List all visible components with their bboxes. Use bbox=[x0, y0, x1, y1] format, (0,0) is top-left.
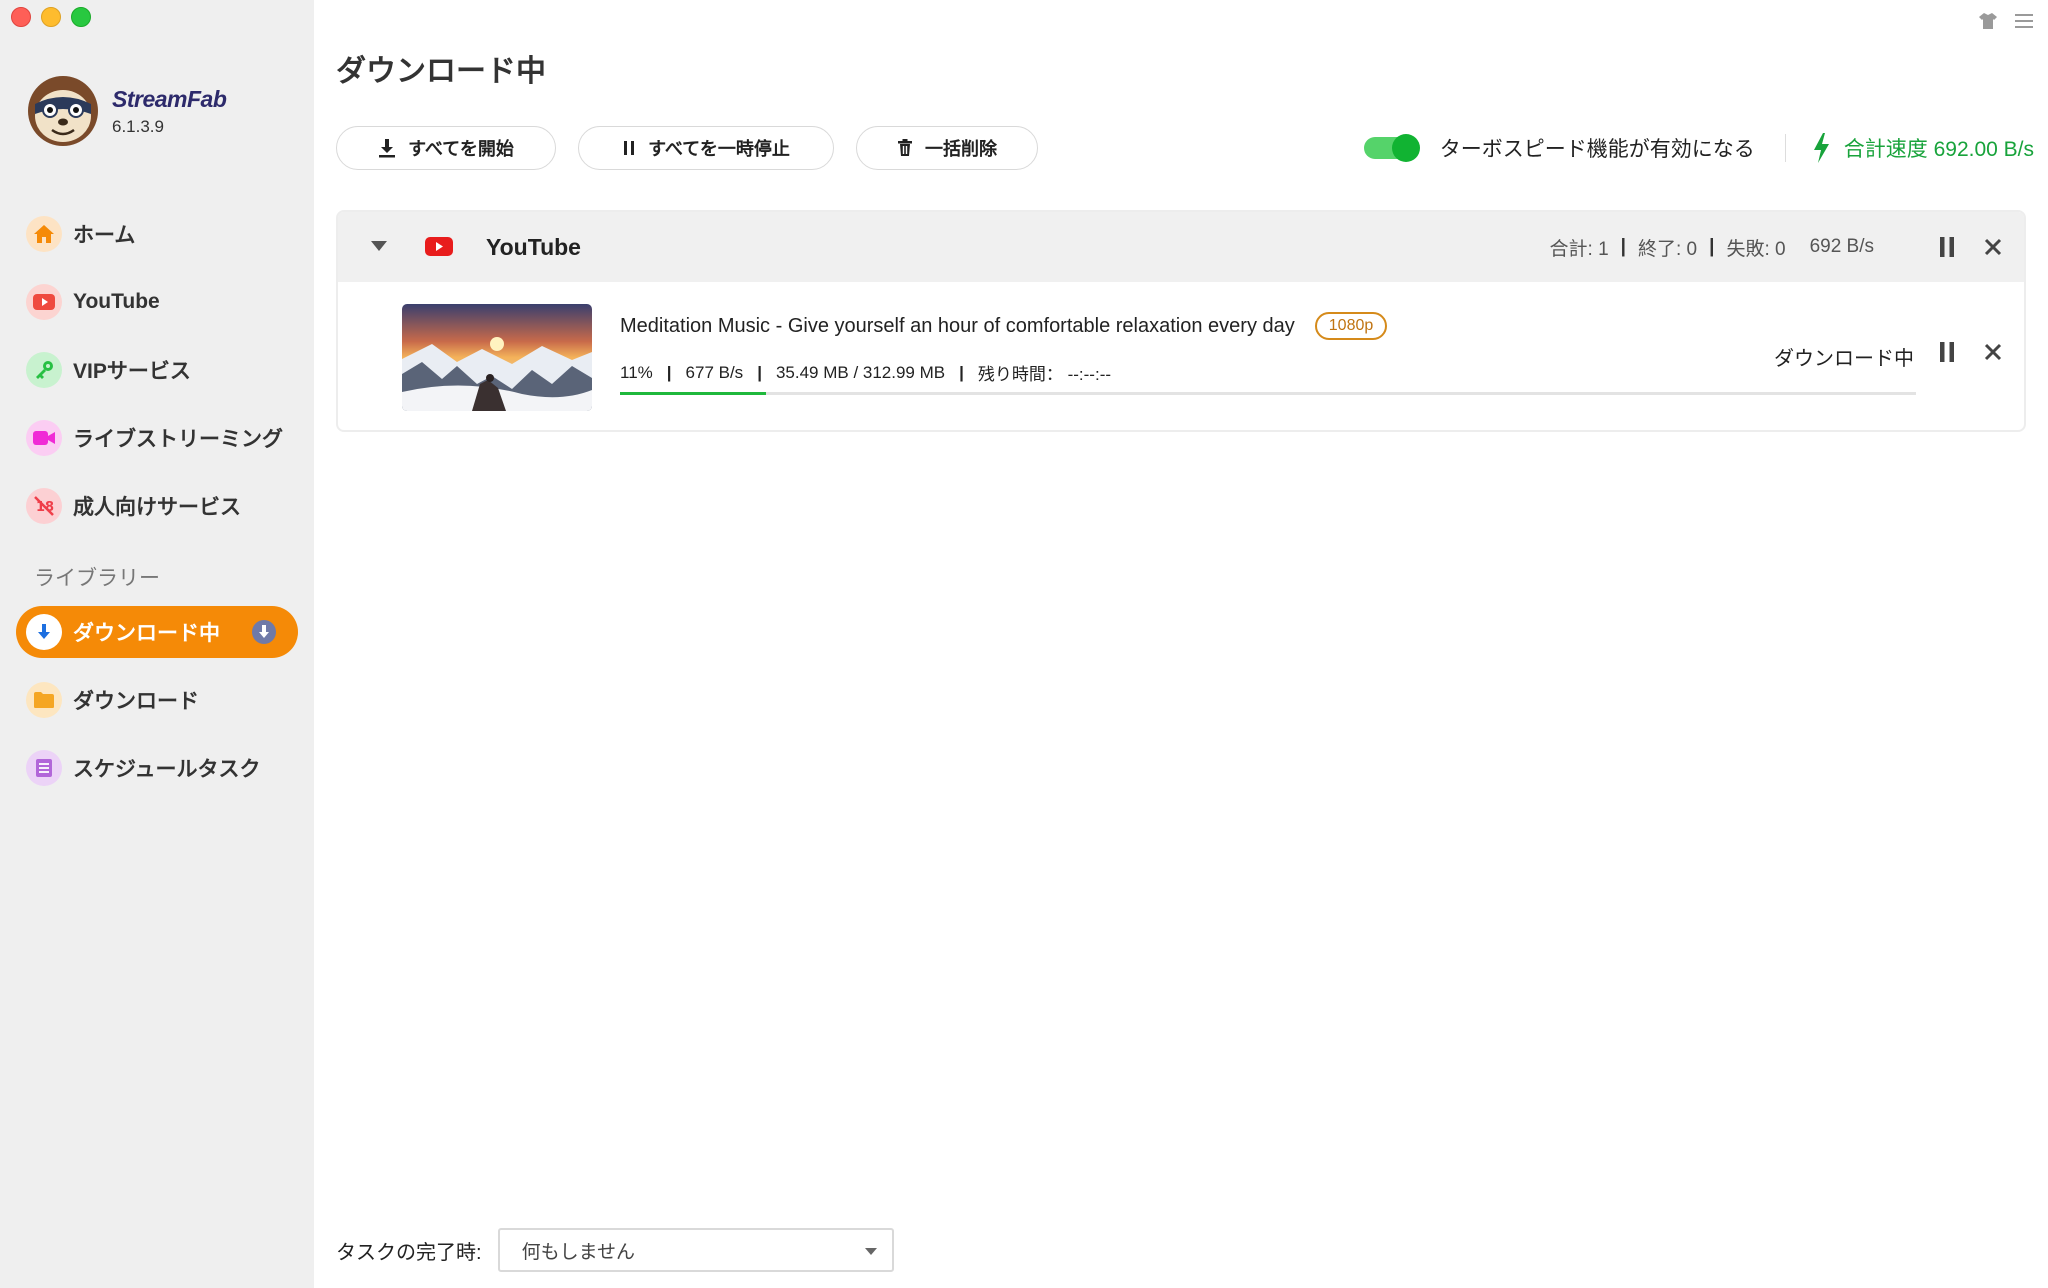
zoom-window-button[interactable] bbox=[71, 7, 91, 27]
start-all-button[interactable]: すべてを開始 bbox=[336, 126, 556, 170]
main-panel: ダウンロード中 すべてを開始 すべてを一時停止 一括削除 ターボスピード機能が有… bbox=[314, 0, 2048, 1288]
sidebar-nav: ホーム YouTube VIPサービス ライブストリーミング 18 成人向けサー… bbox=[0, 208, 314, 810]
footer: タスクの完了時: 何もしません bbox=[336, 1228, 894, 1272]
toolbar: すべてを開始 すべてを一時停止 一括削除 bbox=[336, 126, 1060, 170]
total-speed: 合計速度 692.00 B/s bbox=[1812, 133, 2034, 163]
video-thumbnail bbox=[402, 304, 592, 411]
pause-icon bbox=[1940, 342, 1954, 362]
sidebar-item-label: 成人向けサービス bbox=[73, 496, 241, 519]
divider bbox=[1784, 134, 1786, 162]
close-icon bbox=[1984, 238, 2002, 256]
skin-shirt-icon[interactable] bbox=[1978, 12, 1998, 30]
on-complete-label: タスクの完了時: bbox=[336, 1241, 482, 1264]
group-close-button[interactable] bbox=[1978, 232, 2008, 262]
close-icon bbox=[1984, 343, 2002, 361]
page-title: ダウンロード中 bbox=[336, 55, 546, 88]
group-done: 終了: 0 bbox=[1637, 238, 1698, 260]
sidebar-item-downloaded[interactable]: ダウンロード bbox=[16, 674, 298, 726]
folder-icon bbox=[26, 682, 62, 718]
sidebar-item-vip[interactable]: VIPサービス bbox=[16, 344, 298, 396]
turbo-label: ターボスピード機能が有効になる bbox=[1439, 138, 1755, 161]
task-progress-bar bbox=[620, 392, 1916, 395]
task-meta: 11% | 677 B/s | 35.49 MB / 312.99 MB | 残… bbox=[620, 360, 1111, 385]
task-remaining: 残り時間： --:--:-- bbox=[977, 365, 1112, 384]
task-size: 35.49 MB / 312.99 MB bbox=[775, 362, 946, 382]
sidebar-item-live-streaming[interactable]: ライブストリーミング bbox=[16, 412, 298, 464]
sidebar-item-downloading[interactable]: ダウンロード中 bbox=[16, 606, 298, 658]
minimize-window-button[interactable] bbox=[41, 7, 61, 27]
brand: StreamFab 6.1.3.9 bbox=[26, 74, 227, 148]
group-failed: 失敗: 0 bbox=[1726, 238, 1786, 260]
pause-icon bbox=[1940, 237, 1954, 257]
sidebar-item-label: ライブストリーミング bbox=[73, 428, 283, 451]
close-window-button[interactable] bbox=[11, 7, 31, 27]
turbo-toggle[interactable] bbox=[1363, 134, 1420, 162]
collapse-caret-icon[interactable] bbox=[370, 240, 388, 252]
sidebar-item-youtube[interactable]: YouTube bbox=[16, 276, 298, 328]
download-group: YouTube 合計: 1 | 終了: 0 | 失敗: 0 692 B/s Me… bbox=[336, 210, 2026, 432]
sidebar-item-label: VIPサービス bbox=[73, 360, 191, 383]
pause-all-button[interactable]: すべてを一時停止 bbox=[578, 126, 834, 170]
brand-name: StreamFab bbox=[112, 85, 227, 112]
sidebar-item-label: YouTube bbox=[73, 290, 160, 313]
youtube-icon bbox=[425, 237, 453, 256]
task-percent: 11% bbox=[620, 362, 653, 382]
group-total: 合計: 1 bbox=[1549, 238, 1609, 260]
sidebar-item-label: ダウンロード bbox=[73, 690, 199, 713]
total-speed-text: 合計速度 692.00 B/s bbox=[1843, 138, 2034, 161]
sidebar-item-label: ホーム bbox=[73, 224, 136, 247]
sidebar: StreamFab 6.1.3.9 ホーム YouTube VIPサービス ライ… bbox=[0, 0, 314, 1288]
on-complete-value: 何もしません bbox=[521, 1241, 635, 1263]
home-icon bbox=[26, 216, 62, 252]
group-speed: 692 B/s bbox=[1809, 236, 1874, 257]
video-camera-icon bbox=[26, 420, 62, 456]
group-header: YouTube 合計: 1 | 終了: 0 | 失敗: 0 692 B/s bbox=[338, 212, 2024, 282]
download-badge-icon bbox=[252, 620, 276, 644]
delete-all-label: 一括削除 bbox=[925, 139, 997, 159]
progress-fill bbox=[620, 392, 767, 395]
menu-icon[interactable] bbox=[2014, 12, 2034, 30]
quality-badge: 1080p bbox=[1314, 312, 1388, 340]
key-icon bbox=[26, 352, 62, 388]
sidebar-item-home[interactable]: ホーム bbox=[16, 208, 298, 260]
sidebar-item-label: スケジュールタスク bbox=[73, 758, 261, 781]
sidebar-item-schedule[interactable]: スケジュールタスク bbox=[16, 742, 298, 794]
download-task-row: Meditation Music - Give yourself an hour… bbox=[338, 282, 2024, 430]
group-stats: 合計: 1 | 終了: 0 | 失敗: 0 692 B/s bbox=[1550, 234, 1874, 261]
group-title: YouTube bbox=[486, 233, 581, 260]
sidebar-item-adult[interactable]: 18 成人向けサービス bbox=[16, 480, 298, 532]
task-title-row: Meditation Music - Give yourself an hour… bbox=[620, 312, 1388, 340]
download-icon bbox=[378, 138, 396, 158]
delete-all-button[interactable]: 一括削除 bbox=[856, 126, 1038, 170]
task-status: ダウンロード中 bbox=[1774, 348, 1914, 370]
adult-block-icon: 18 bbox=[26, 488, 62, 524]
pause-all-label: すべてを一時停止 bbox=[648, 139, 790, 159]
task-close-button[interactable] bbox=[1978, 337, 2008, 367]
task-pause-button[interactable] bbox=[1932, 337, 1962, 367]
schedule-list-icon bbox=[26, 750, 62, 786]
app-version: 6.1.3.9 bbox=[112, 116, 164, 136]
chevron-down-icon bbox=[864, 1248, 877, 1255]
sloth-logo-icon bbox=[28, 76, 98, 146]
library-section-title: ライブラリー bbox=[34, 567, 160, 590]
group-pause-button[interactable] bbox=[1932, 232, 1962, 262]
pause-icon bbox=[622, 140, 636, 156]
start-all-label: すべてを開始 bbox=[408, 139, 514, 159]
task-speed: 677 B/s bbox=[685, 362, 744, 382]
on-complete-select[interactable]: 何もしません bbox=[497, 1228, 894, 1272]
sidebar-item-label: ダウンロード中 bbox=[73, 622, 220, 645]
turbo-section: ターボスピード機能が有効になる 合計速度 692.00 B/s bbox=[1363, 126, 2034, 170]
top-right-icons bbox=[1978, 12, 2034, 30]
youtube-icon bbox=[26, 284, 62, 320]
task-title: Meditation Music - Give yourself an hour… bbox=[620, 314, 1295, 337]
trash-icon bbox=[897, 139, 913, 157]
lightning-icon bbox=[1813, 133, 1829, 163]
window-controls bbox=[11, 7, 91, 27]
download-arrow-icon bbox=[26, 614, 62, 650]
